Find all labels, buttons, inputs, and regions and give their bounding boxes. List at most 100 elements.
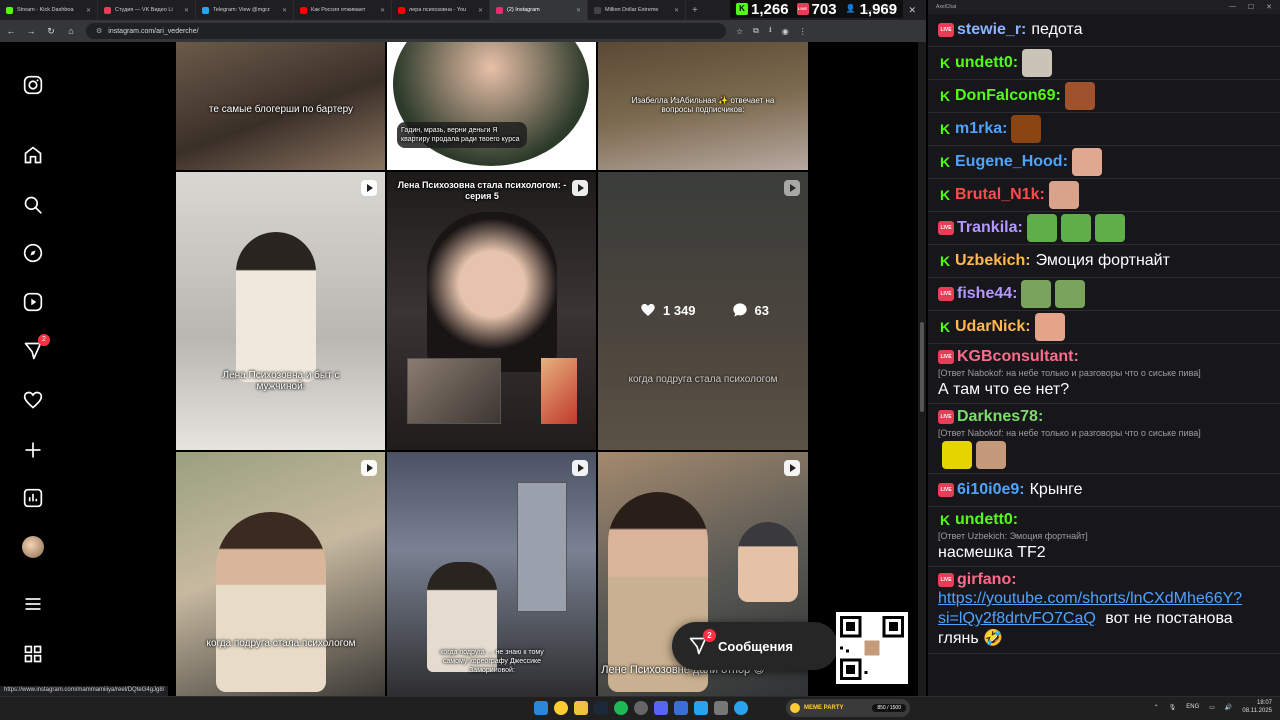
mic-icon[interactable]: 🎙 xyxy=(1169,704,1177,711)
post-tile[interactable]: Гадин, мразь, верни деньги Я квартиру пр… xyxy=(387,42,596,170)
profile-icon[interactable]: ◉ xyxy=(782,27,789,36)
close-icon[interactable]: ✕ xyxy=(1266,3,1272,11)
also-from-meta-icon[interactable] xyxy=(22,643,44,665)
maximize-icon[interactable]: ☐ xyxy=(1248,3,1254,11)
bookmark-icon[interactable]: ☆ xyxy=(736,27,743,36)
post-tile-hovered[interactable]: когда подруга стала психологом 1 349 63 xyxy=(598,172,808,450)
tab-close-icon[interactable]: ✕ xyxy=(184,7,189,14)
tab-close-icon[interactable]: ✕ xyxy=(380,7,385,14)
url-field[interactable]: ⚙ instagram.com/ari_vederche/ xyxy=(86,23,726,39)
site-info-icon[interactable]: ⚙ xyxy=(96,27,102,35)
network-icon[interactable]: ▭ xyxy=(1209,704,1215,711)
browser-tab[interactable]: Telegram: View @mgrz ✕ xyxy=(196,0,294,20)
chat-emote-icon xyxy=(942,441,972,469)
messages-badge: 2 xyxy=(38,334,50,346)
back-icon[interactable]: ← xyxy=(6,26,16,36)
instagram-logo-icon[interactable] xyxy=(22,74,44,96)
vk-live-icon: LIVE xyxy=(938,573,954,587)
messages-label: Сообщения xyxy=(718,638,793,654)
chat-username[interactable]: Brutal_N1k: xyxy=(955,186,1045,204)
chat-username[interactable]: m1rka: xyxy=(955,120,1007,138)
browser-tab[interactable]: Студия — VK Видео Li ✕ xyxy=(98,0,196,20)
scroll-thumb[interactable] xyxy=(920,322,924,412)
people-icon: 👤 xyxy=(845,4,856,13)
post-caption: когда подруга стала психологом xyxy=(206,638,356,649)
chat-username[interactable]: Darknes78: xyxy=(957,408,1043,426)
home-icon[interactable] xyxy=(22,144,44,166)
browser-tab[interactable]: Million Dollar Extreme ✕ xyxy=(588,0,686,20)
kick-icon: K xyxy=(736,3,748,15)
menu-icon[interactable] xyxy=(22,593,44,615)
close-icon[interactable]: ✕ xyxy=(908,5,916,16)
chat-username[interactable]: stewie_r: xyxy=(957,21,1026,39)
messages-icon[interactable]: 2 xyxy=(22,334,50,362)
tab-close-icon[interactable]: ✕ xyxy=(282,7,287,14)
browser-tab[interactable]: (2) Instagram ✕ xyxy=(490,0,588,20)
profile-avatar[interactable] xyxy=(22,536,44,558)
post-image xyxy=(738,522,798,602)
chrome-icon[interactable] xyxy=(554,701,568,715)
meme-party-widget: MEME PARTY 850 / 1500 xyxy=(786,699,910,717)
lang-indicator[interactable]: ENG xyxy=(1186,704,1199,710)
volume-icon[interactable]: 🔊 xyxy=(1225,704,1232,711)
chat-username[interactable]: DonFalcon69: xyxy=(955,87,1061,105)
chat-username[interactable]: girfano: xyxy=(957,571,1017,589)
chat-text: педота xyxy=(1031,21,1083,38)
comment-icon xyxy=(732,303,747,317)
chat-username[interactable]: 6i10i0e9: xyxy=(957,481,1025,499)
tab-close-icon[interactable]: ✕ xyxy=(674,7,679,14)
chat-message: LIVE girfano: https://youtube.com/shorts/l… xyxy=(928,567,1280,654)
telegram-icon[interactable] xyxy=(734,701,748,715)
notifications-icon[interactable] xyxy=(22,389,44,411)
chat-username[interactable]: undett0: xyxy=(955,511,1018,529)
reload-icon[interactable]: ↻ xyxy=(46,26,56,37)
minimize-icon[interactable]: — xyxy=(1229,3,1236,11)
chat-username[interactable]: undett0: xyxy=(955,54,1018,72)
chat-username[interactable]: KGBconsultant: xyxy=(957,348,1079,366)
tab-close-icon[interactable]: ✕ xyxy=(576,7,581,14)
chat-username[interactable]: UdarNick: xyxy=(955,318,1031,336)
clock[interactable]: 18:07 08.11.2025 xyxy=(1242,699,1272,715)
browser-tab[interactable]: Stream - Kick Dashboa ✕ xyxy=(0,0,98,20)
explore-icon[interactable] xyxy=(22,242,44,264)
post-tile[interactable]: Лена Психозовна стала психологом: - сери… xyxy=(387,172,596,450)
viewer-count-value: 703 xyxy=(811,0,837,18)
reels-icon[interactable] xyxy=(22,291,44,313)
search-icon[interactable] xyxy=(22,194,44,216)
app-icon[interactable] xyxy=(714,701,728,715)
discord-icon[interactable] xyxy=(654,701,668,715)
reel-icon xyxy=(784,460,800,476)
forward-icon[interactable]: → xyxy=(26,26,36,36)
browser-menu-icon[interactable]: ⋮ xyxy=(799,27,807,36)
download-icon[interactable]: ⭳ xyxy=(769,24,772,38)
tab-close-icon[interactable]: ✕ xyxy=(86,7,91,14)
new-tab-button[interactable]: + xyxy=(686,5,704,16)
tab-close-icon[interactable]: ✕ xyxy=(478,7,483,14)
steam-icon[interactable] xyxy=(594,701,608,715)
folder-icon[interactable] xyxy=(574,701,588,715)
page-scrollbar[interactable] xyxy=(918,42,926,696)
chat-username[interactable]: Uzbekich: xyxy=(955,252,1031,270)
post-tile[interactable]: Изабелла ИзАбильная ✨ отвечает на вопрос… xyxy=(598,42,808,170)
extensions-icon[interactable]: ⧉ xyxy=(753,26,759,36)
obs-icon[interactable] xyxy=(634,701,648,715)
post-tile[interactable]: Лена Психозовна и быт с мужчиной: xyxy=(176,172,385,450)
post-tile[interactable]: когда подруга стала психологом xyxy=(176,452,385,696)
dashboard-icon[interactable] xyxy=(22,487,44,509)
telegram-icon[interactable] xyxy=(694,701,708,715)
messages-button[interactable]: 2 Сообщения xyxy=(672,622,838,670)
kick-icon: K xyxy=(939,88,951,104)
chat-username[interactable]: fishe44: xyxy=(957,285,1017,303)
post-tile[interactable]: когда подруга … не знаю к тому самому хо… xyxy=(387,452,596,696)
home-icon[interactable]: ⌂ xyxy=(66,26,76,36)
app-icon[interactable] xyxy=(674,701,688,715)
browser-tab[interactable]: лера психозовна - You ✕ xyxy=(392,0,490,20)
create-icon[interactable] xyxy=(22,439,44,461)
chat-username[interactable]: Eugene_Hood: xyxy=(955,153,1068,171)
chat-username[interactable]: Trankila: xyxy=(957,219,1023,237)
spotify-icon[interactable] xyxy=(614,701,628,715)
browser-tab[interactable]: Как Россия отжимает ✕ xyxy=(294,0,392,20)
post-tile[interactable]: те самые блогерши по бартеру xyxy=(176,42,385,170)
chevron-up-icon[interactable]: ⌃ xyxy=(1154,704,1159,711)
start-icon[interactable] xyxy=(534,701,548,715)
